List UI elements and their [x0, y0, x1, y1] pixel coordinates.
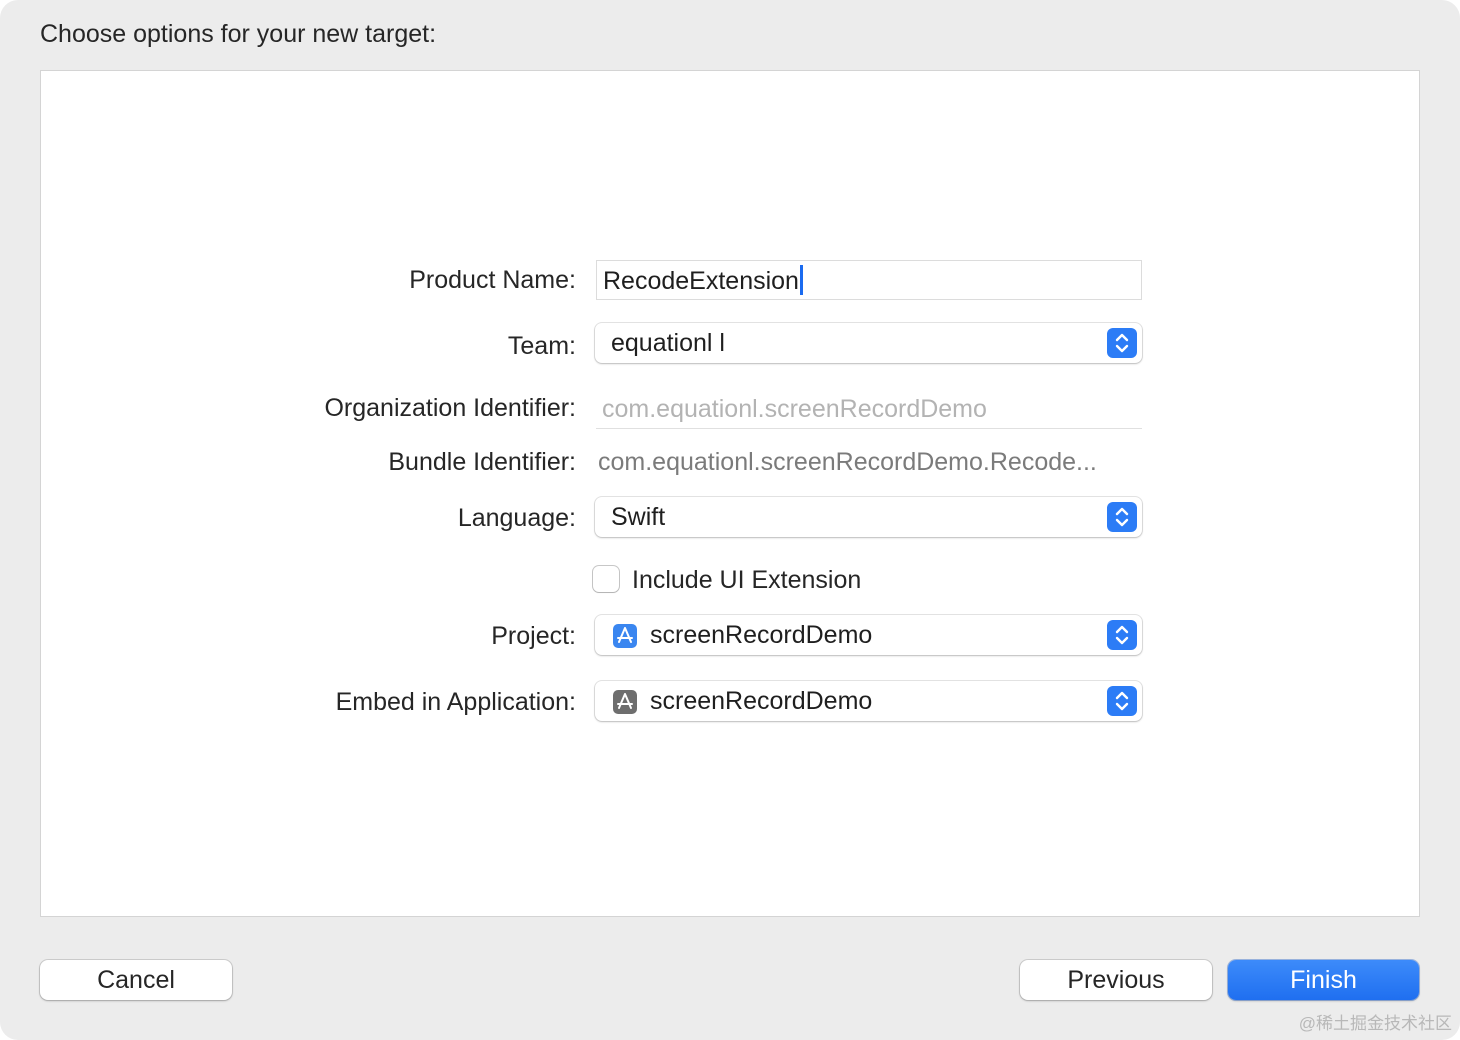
chevron-up-down-icon — [1107, 502, 1137, 532]
product-name-label: Product Name: — [409, 266, 576, 294]
chevron-up-down-icon — [1107, 686, 1137, 716]
language-label: Language: — [457, 504, 576, 532]
embed-in-application-label: Embed in Application: — [335, 688, 576, 716]
dialog-heading: Choose options for your new target: — [40, 20, 437, 48]
project-value: screenRecordDemo — [650, 621, 873, 649]
language-popup[interactable]: Swift — [595, 497, 1142, 537]
previous-button[interactable]: Previous — [1020, 960, 1212, 1000]
xcode-project-icon — [613, 624, 637, 648]
organization-identifier-label: Organization Identifier: — [324, 394, 576, 422]
team-popup[interactable]: equationl l — [595, 323, 1142, 363]
cancel-button[interactable]: Cancel — [40, 960, 232, 1000]
bundle-identifier-value: com.equationl.screenRecordDemo.Recode... — [598, 448, 1097, 476]
organization-identifier-field[interactable]: com.equationl.screenRecordDemo — [596, 389, 1142, 429]
team-value: equationl l — [611, 329, 725, 357]
language-value: Swift — [611, 503, 666, 531]
bundle-identifier-label: Bundle Identifier: — [388, 448, 576, 476]
text-cursor — [799, 265, 803, 295]
watermark: @稀土掘金技术社区 — [1298, 1014, 1452, 1033]
project-popup[interactable]: screenRecordDemo — [595, 615, 1142, 655]
embed-in-application-value: screenRecordDemo — [650, 687, 873, 715]
team-label: Team: — [507, 332, 576, 360]
new-target-options-dialog: Choose options for your new target: Prod… — [0, 0, 1460, 1040]
app-icon — [613, 690, 637, 714]
include-ui-extension-checkbox[interactable] — [593, 566, 619, 592]
product-name-value: RecodeExtension — [603, 267, 799, 295]
chevron-up-down-icon — [1107, 328, 1137, 358]
include-ui-extension-label[interactable]: Include UI Extension — [632, 566, 861, 595]
finish-button[interactable]: Finish — [1228, 960, 1419, 1000]
chevron-up-down-icon — [1107, 620, 1137, 650]
product-name-field[interactable]: RecodeExtension — [596, 260, 1142, 300]
options-panel — [40, 70, 1420, 917]
project-label: Project: — [491, 622, 576, 650]
embed-in-application-popup[interactable]: screenRecordDemo — [595, 681, 1142, 721]
